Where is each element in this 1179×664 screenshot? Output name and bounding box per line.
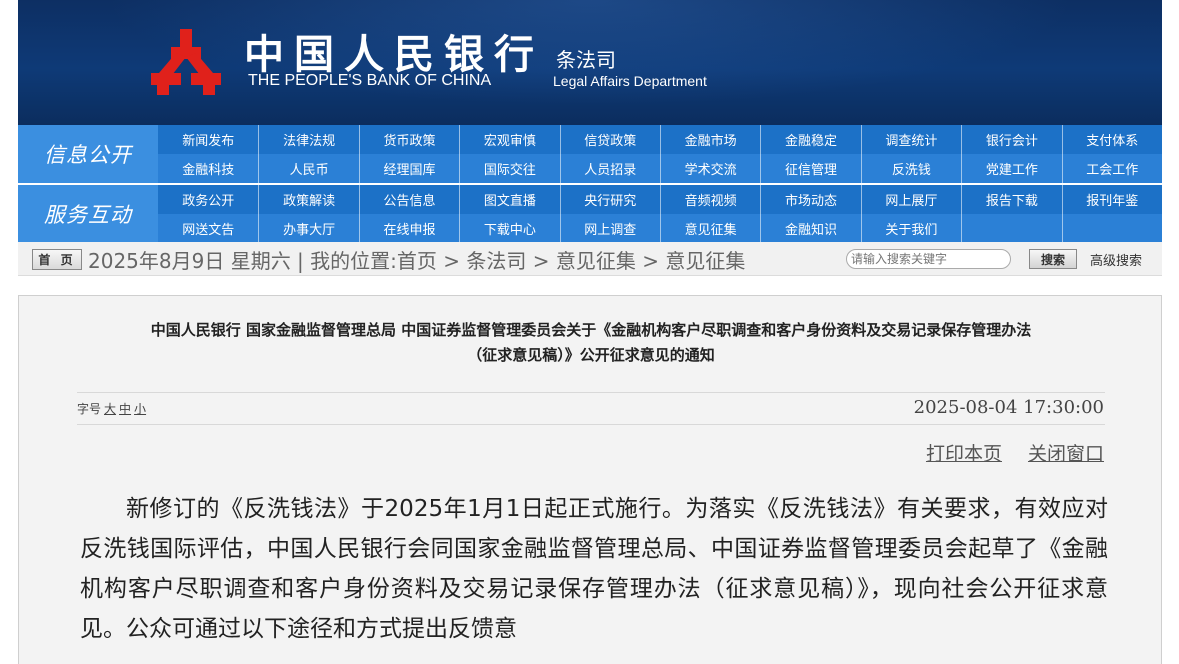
nav-item[interactable]: 经理国库	[358, 154, 460, 183]
nav-item[interactable]: 反洗钱	[860, 154, 962, 183]
home-button[interactable]: 首 页	[32, 249, 82, 270]
nav-item[interactable]: 学术交流	[659, 154, 761, 183]
advanced-search-link[interactable]: 高级搜索	[1090, 250, 1142, 269]
nav-item[interactable]: 报刊年鉴	[1061, 185, 1162, 214]
nav-row: 政务公开 政策解读 公告信息 图文直播 央行研究 音频视频 市场动态 网上展厅 …	[158, 185, 1162, 214]
info-bar: 首 页 2025年8月9日 星期六 | 我的位置:首页 > 条法司 > 意见征集…	[18, 242, 1162, 276]
nav-item[interactable]: 意见征集	[659, 214, 761, 243]
font-size-small-link[interactable]: 小	[134, 402, 146, 416]
nav-item[interactable]: 人员招录	[559, 154, 660, 183]
font-size-label: 字号	[77, 402, 102, 416]
nav-item[interactable]: 支付体系	[1061, 125, 1162, 154]
nav-item[interactable]: 人民币	[258, 154, 359, 183]
article-title-line: （征求意见稿）》公开征求意见的通知	[467, 346, 715, 364]
nav-row: 金融科技 人民币 经理国库 国际交往 人员招录 学术交流 征信管理 反洗钱 党建…	[158, 154, 1162, 183]
department-name-en: Legal Affairs Department	[553, 73, 707, 89]
nav-item[interactable]: 党建工作	[961, 154, 1062, 183]
nav-item[interactable]: 货币政策	[358, 125, 459, 154]
divider	[77, 424, 1105, 425]
nav-item[interactable]: 新闻发布	[158, 125, 258, 154]
close-window-link[interactable]: 关闭窗口	[1028, 443, 1104, 465]
nav-row: 网送文告 办事大厅 在线申报 下载中心 网上调查 意见征集 金融知识 关于我们	[158, 214, 1162, 243]
nav-item[interactable]: 市场动态	[760, 185, 860, 214]
nav-item[interactable]: 信贷政策	[559, 125, 660, 154]
font-size-large-link[interactable]: 大	[104, 402, 116, 416]
publish-date: 2025-08-04 17:30:00	[913, 397, 1104, 418]
article-body: 新修订的《反洗钱法》于2025年1月1日起正式施行。为落实《反洗钱法》有关要求，…	[80, 496, 1108, 642]
nav-item-empty	[1061, 214, 1162, 243]
nav-item[interactable]: 公告信息	[358, 185, 459, 214]
breadcrumb: 2025年8月9日 星期六 | 我的位置:首页 > 条法司 > 意见征集 > 意…	[88, 249, 746, 273]
nav-item[interactable]: 征信管理	[760, 154, 861, 183]
nav-group-label[interactable]: 信息公开	[18, 125, 158, 183]
nav-item[interactable]: 调查统计	[860, 125, 961, 154]
font-size-medium-link[interactable]: 中	[119, 402, 131, 416]
font-size-control: 字号大中小	[77, 400, 146, 417]
nav-group-info: 信息公开 新闻发布 法律法规 货币政策 宏观审慎 信贷政策 金融市场 金融稳定 …	[18, 125, 1162, 183]
divider	[77, 392, 1105, 393]
article-title-line: 中国人民银行 国家金融监督管理总局 中国证券监督管理委员会关于《金融机构客户尽职…	[150, 321, 1032, 339]
nav-item[interactable]: 网上调查	[559, 214, 660, 243]
article-title: 中国人民银行 国家金融监督管理总局 中国证券监督管理委员会关于《金融机构客户尽职…	[19, 318, 1163, 368]
nav-item[interactable]: 办事大厅	[258, 214, 359, 243]
department-name-cn: 条法司	[556, 48, 616, 72]
nav-item[interactable]: 金融科技	[158, 154, 259, 183]
pboc-logo-icon[interactable]	[149, 27, 223, 97]
article-actions: 打印本页 关闭窗口	[926, 439, 1104, 466]
nav-item[interactable]: 金融市场	[659, 125, 760, 154]
nav-item[interactable]: 国际交往	[459, 154, 560, 183]
nav-item[interactable]: 下载中心	[459, 214, 560, 243]
nav-item[interactable]: 央行研究	[559, 185, 660, 214]
nav-row: 新闻发布 法律法规 货币政策 宏观审慎 信贷政策 金融市场 金融稳定 调查统计 …	[158, 125, 1162, 154]
bank-name-en: THE PEOPLE'S BANK OF CHINA	[248, 72, 492, 89]
nav-item[interactable]: 网上展厅	[860, 185, 961, 214]
nav-group-service: 服务互动 政务公开 政策解读 公告信息 图文直播 央行研究 音频视频 市场动态 …	[18, 185, 1162, 243]
nav-item[interactable]: 金融知识	[760, 214, 861, 243]
nav-item[interactable]: 网送文告	[158, 214, 259, 243]
nav-item[interactable]: 政策解读	[258, 185, 358, 214]
nav-item[interactable]: 宏观审慎	[459, 125, 559, 154]
article-panel: 中国人民银行 国家金融监督管理总局 中国证券监督管理委员会关于《金融机构客户尽职…	[18, 295, 1162, 664]
nav-item[interactable]: 法律法规	[258, 125, 358, 154]
nav-item[interactable]: 图文直播	[459, 185, 559, 214]
main-nav: 信息公开 新闻发布 法律法规 货币政策 宏观审慎 信贷政策 金融市场 金融稳定 …	[18, 125, 1162, 243]
nav-group-label[interactable]: 服务互动	[18, 185, 158, 243]
nav-item[interactable]: 关于我们	[860, 214, 962, 243]
nav-item-empty	[961, 214, 1062, 243]
nav-item[interactable]: 报告下载	[961, 185, 1061, 214]
search-button[interactable]: 搜索	[1029, 249, 1077, 269]
nav-item[interactable]: 工会工作	[1061, 154, 1162, 183]
print-link[interactable]: 打印本页	[926, 443, 1002, 465]
nav-item[interactable]: 银行会计	[961, 125, 1061, 154]
search-input[interactable]	[846, 249, 1011, 269]
site-banner: 中国人民银行 THE PEOPLE'S BANK OF CHINA 条法司 Le…	[18, 0, 1162, 125]
nav-item[interactable]: 音频视频	[659, 185, 760, 214]
nav-item[interactable]: 金融稳定	[760, 125, 860, 154]
nav-item[interactable]: 政务公开	[158, 185, 258, 214]
nav-item[interactable]: 在线申报	[358, 214, 460, 243]
